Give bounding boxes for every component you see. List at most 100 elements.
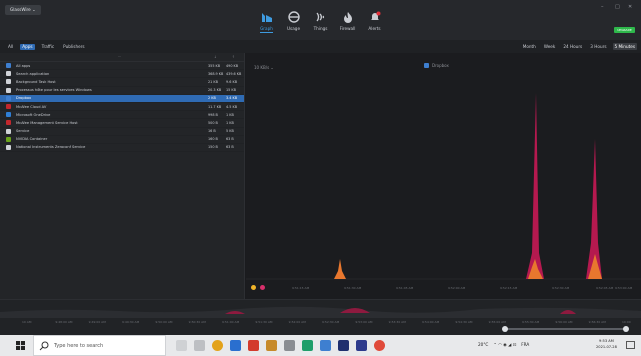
search-circle-icon[interactable] (176, 340, 187, 351)
traffic-graph: 10 KB/s ⌄ Dropbox 9:51:15 AM 9:51:30 AM … (246, 53, 641, 299)
app-list-row[interactable]: NVIDIA Container 160 B 63 B (0, 136, 244, 144)
clock-date: 2021-07-28 (596, 345, 617, 349)
overview-canvas (0, 306, 641, 318)
app-menu-button[interactable]: GlassWire ⌄ (5, 5, 41, 15)
app-incoming: 2 KB (208, 96, 216, 101)
app-icon[interactable] (374, 340, 385, 351)
outgoing-dot-icon[interactable] (260, 285, 265, 290)
overview-tick-label: 10:00 (622, 320, 631, 324)
time-tab-5-minutes[interactable]: 5 Minutes (612, 43, 637, 50)
timeline-overview[interactable]: 10 AM 9:48:00 AM 9:49:00 AM 9:49:30 AM 9:50:… (0, 299, 641, 335)
app-incoming: 500 B (208, 120, 218, 125)
nav-things[interactable]: Things (307, 10, 334, 36)
slider-end-handle[interactable] (623, 326, 629, 332)
alerts-icon (370, 11, 380, 20)
nav-things-label: Things (313, 26, 328, 31)
overview-tick-label: 9:53:00 AM (355, 320, 373, 324)
app-icon (6, 79, 11, 85)
overview-tick-label: 9:52:00 AM (288, 320, 306, 324)
x-tick-label: 9:51:30 AM (344, 286, 362, 290)
nav-alerts[interactable]: Alerts (361, 10, 388, 36)
nav-alerts-label: Alerts (368, 26, 381, 31)
slider-start-handle[interactable] (502, 326, 508, 332)
upgrade-badge[interactable]: UPGRADE (614, 27, 635, 33)
things-icon (315, 12, 324, 22)
overview-tick-label: 9:53:30 AM (388, 320, 406, 324)
app-list: All apps 355 KB 490 KB Search application 36… (0, 62, 244, 153)
incoming-dot-icon[interactable] (251, 285, 256, 290)
x-tick-label: 9:52:15 AM (500, 286, 518, 290)
app-list-row[interactable]: Processus hôte pour les services Windows… (0, 87, 244, 95)
app-list-row[interactable]: Dropbox 2 KB 3.4 KB (0, 94, 244, 103)
graph-legend-dots (251, 285, 265, 290)
nav-usage[interactable]: Usage (280, 10, 307, 36)
search-placeholder: Type here to search (54, 343, 104, 349)
notification-icon[interactable] (626, 341, 635, 350)
tray-icons[interactable]: ⌃ ◠ ◉ ◢ ⊡ (493, 342, 516, 347)
task-view-icon[interactable] (194, 340, 205, 351)
minimize-button[interactable]: – (601, 4, 604, 10)
chrome-icon[interactable] (212, 340, 223, 351)
app-incoming: 21 KB (208, 79, 218, 84)
app-outgoing: 15 KB (226, 88, 236, 93)
taskbar-search-box[interactable]: Type here to search (33, 335, 166, 356)
app-outgoing: 1 KB (226, 120, 234, 125)
app-icon (6, 95, 11, 101)
outgoing-spike (526, 93, 544, 279)
file-explorer-icon[interactable] (230, 340, 241, 351)
filter-tab-apps[interactable]: Apps (20, 44, 35, 50)
app-list-row[interactable]: Microsoft OneDrive 998 B1 KB (0, 111, 244, 120)
app-list-row[interactable]: All apps 355 KB 490 KB (0, 62, 244, 71)
time-tab-month[interactable]: Month (521, 43, 538, 50)
app-outgoing: 4.5 KB (226, 104, 238, 109)
app-list-row[interactable]: National Instruments Zeroconf Service 150… (0, 144, 244, 153)
app-list-row[interactable]: Service 16 B5 KB (0, 128, 244, 136)
app-icon (6, 128, 11, 134)
list-header-outgoing[interactable]: ↑ (232, 55, 235, 59)
nav-firewall[interactable]: Firewall (334, 10, 361, 36)
app-outgoing: 63 B (226, 137, 234, 142)
app-icon (6, 71, 11, 77)
list-header-incoming[interactable]: ↓ (214, 55, 217, 59)
usage-icon (287, 11, 300, 23)
language-indicator[interactable]: FRA (521, 342, 529, 347)
windows-start-icon[interactable] (16, 341, 25, 350)
app-outgoing: 3.4 KB (226, 96, 238, 101)
app-icon (6, 136, 11, 142)
time-range-slider[interactable] (502, 326, 629, 332)
weather-temp[interactable]: 20°C (478, 342, 488, 347)
filter-tab-all[interactable]: All (6, 44, 15, 50)
nav-graph[interactable]: Graph (253, 10, 280, 36)
glasswire-taskbar-icon[interactable] (320, 340, 331, 351)
word-icon[interactable] (338, 340, 349, 351)
app-incoming: 355 KB (208, 63, 221, 68)
time-tab-3-hours[interactable]: 3 Hours (588, 43, 608, 50)
overview-tick-label: 9:56:30 AM (588, 320, 606, 324)
outlook-icon[interactable] (356, 340, 367, 351)
filter-tab-traffic[interactable]: Traffic (40, 44, 57, 50)
taskbar-clock[interactable]: 9:53 AM 2021-07-28 (596, 338, 617, 350)
folder-icon[interactable] (284, 340, 295, 351)
time-tab-24-hours[interactable]: 24 Hours (561, 43, 584, 50)
close-button[interactable]: ✕ (628, 4, 632, 10)
list-header-handle[interactable]: ··· (118, 55, 121, 59)
list-header: ··· ↓ ↑ (0, 53, 244, 62)
time-tab-week[interactable]: Week (542, 43, 557, 50)
x-tick-label: 9:52:00 AM (448, 286, 466, 290)
app-outgoing: 5 KB (226, 129, 234, 134)
acrobat-icon[interactable] (248, 340, 259, 351)
filter-tabs: All Apps Traffic Publishers (6, 44, 87, 50)
app-list-row[interactable]: Search application 368.9 KB 439.6 KB (0, 70, 244, 79)
overview-tick-label: 9:55:00 AM (488, 320, 506, 324)
app-outgoing: 490 KB (226, 63, 239, 68)
app-icon (6, 63, 11, 69)
store-icon[interactable] (266, 340, 277, 351)
teams-icon[interactable] (302, 340, 313, 351)
filter-tab-publishers[interactable]: Publishers (61, 44, 86, 50)
overview-tick-label: 10 AM (22, 320, 32, 324)
app-list-row[interactable]: Background Task Host 21 KB 9.6 KB (0, 78, 244, 87)
app-list-row[interactable]: McAfee Management Service Host 500 B1 KB (0, 119, 244, 128)
app-list-row[interactable]: McAfee Cloud AV 11.7 KB 4.5 KB (0, 103, 244, 112)
maximize-button[interactable]: □ (615, 4, 620, 10)
app-outgoing: 63 B (226, 145, 234, 150)
